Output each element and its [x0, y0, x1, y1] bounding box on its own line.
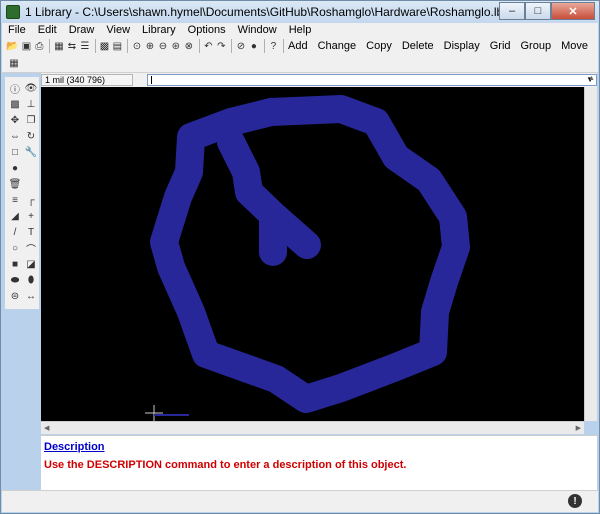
mirror-icon[interactable]: ⇔	[7, 128, 23, 144]
miter-icon[interactable]: ┌	[23, 192, 39, 208]
help-icon[interactable]: ?	[268, 38, 278, 54]
eagle-app-icon	[6, 5, 20, 19]
grid-icon[interactable]: ▦	[6, 56, 22, 72]
command-line-input[interactable]: ▼	[147, 74, 597, 86]
status-bar: !	[2, 490, 598, 512]
zoom-redraw-icon[interactable]: ⊛	[171, 38, 181, 54]
cmd-add[interactable]: Add	[288, 40, 308, 52]
description-link[interactable]: Description	[44, 441, 105, 453]
coordinate-bar: 1 mil (340 796) ▼	[41, 73, 597, 87]
secondary-toolbar: ▦	[2, 55, 598, 73]
menu-file[interactable]: File	[8, 24, 26, 36]
drawing-canvas[interactable]	[41, 87, 584, 421]
rotate-icon[interactable]: ↻	[23, 128, 39, 144]
display-icon[interactable]: ▩	[7, 96, 23, 112]
blank-slot	[23, 176, 39, 192]
board-icon[interactable]: ▩	[99, 38, 109, 54]
menu-library[interactable]: Library	[142, 24, 176, 36]
circle-icon[interactable]: ○	[7, 240, 23, 256]
eagle-window: 1 Library - C:\Users\shawn.hymel\Documen…	[0, 0, 600, 514]
delete-icon[interactable]: 🗑	[7, 176, 23, 192]
cmd-display[interactable]: Display	[444, 40, 480, 52]
zoom-select-icon[interactable]: ⊗	[184, 38, 194, 54]
zoom-in-icon[interactable]: ⊕	[145, 38, 155, 54]
paste-icon[interactable]: ●	[7, 160, 23, 176]
name-icon[interactable]: ≡	[7, 192, 23, 208]
title-bar: 1 Library - C:\Users\shawn.hymel\Documen…	[1, 1, 599, 23]
info-icon[interactable]: ⓘ	[7, 80, 23, 96]
menu-edit[interactable]: Edit	[38, 24, 57, 36]
rock-crack-wire	[217, 128, 321, 266]
blank-slot	[23, 160, 39, 176]
save-icon[interactable]: ▣	[21, 38, 31, 54]
move-icon[interactable]: ✥	[7, 112, 23, 128]
print-icon[interactable]: ⎙	[34, 38, 44, 54]
scroll-right-icon[interactable]: ▶	[576, 424, 581, 432]
scroll-left-icon[interactable]: ◀	[44, 424, 49, 432]
cmd-delete[interactable]: Delete	[402, 40, 434, 52]
wire-icon[interactable]: /	[7, 224, 23, 240]
main-toolbar: 📂 ▣ ⎙ ▦ ⇆ ☰ ▩ ▤ ⊙ ⊕ ⊖ ⊛ ⊗ ↶ ↷ ⊘ ● ? Add …	[2, 37, 598, 55]
ulp-icon[interactable]: ⇆	[67, 38, 77, 54]
zoom-out-icon[interactable]: ⊖	[158, 38, 168, 54]
cmd-change[interactable]: Change	[318, 40, 357, 52]
go-icon[interactable]: ●	[249, 38, 259, 54]
coordinate-readout: 1 mil (340 796)	[41, 74, 133, 86]
layers-icon[interactable]: ▤	[112, 38, 122, 54]
smash-icon[interactable]: +	[23, 208, 39, 224]
maximize-button[interactable]: □	[525, 2, 551, 20]
stop-command-icon[interactable]: !	[568, 494, 582, 508]
open-icon[interactable]: 📂	[6, 38, 18, 54]
undo-icon[interactable]: ↶	[203, 38, 213, 54]
command-palette: ⓘ 👁 ▩ ⊥ ✥ ❐ ⇔ ↻ □ 🔧 ● 🗑 ≡ ┌ ◢ + / T ○ ⌒ …	[5, 77, 39, 309]
text-icon[interactable]: T	[23, 224, 39, 240]
close-button[interactable]: ✕	[551, 2, 595, 20]
zoom-fit-icon[interactable]: ⊙	[132, 38, 142, 54]
copy-icon[interactable]: ❐	[23, 112, 39, 128]
script-icon[interactable]: ☰	[80, 38, 90, 54]
show-icon[interactable]: 👁	[23, 80, 39, 96]
stop-icon[interactable]: ⊘	[236, 38, 246, 54]
cmd-group[interactable]: Group	[521, 40, 552, 52]
redo-icon[interactable]: ↷	[216, 38, 226, 54]
menu-options[interactable]: Options	[188, 24, 226, 36]
mark-icon[interactable]: ⊥	[23, 96, 39, 112]
cmd-grid[interactable]: Grid	[490, 40, 511, 52]
cmd-move[interactable]: Move	[561, 40, 588, 52]
window-title: 1 Library - C:\Users\shawn.hymel\Documen…	[25, 5, 525, 19]
description-panel: Description Use the DESCRIPTION command …	[41, 435, 597, 490]
minimize-button[interactable]: –	[499, 2, 525, 20]
cam-icon[interactable]: ▦	[54, 38, 64, 54]
split-icon[interactable]: ◢	[7, 208, 23, 224]
arc-icon[interactable]: ⌒	[23, 240, 39, 256]
menu-help[interactable]: Help	[289, 24, 312, 36]
hole-icon[interactable]: ⊜	[7, 288, 23, 304]
scroll-up-icon[interactable]: ▲	[588, 75, 595, 82]
menu-bar: File Edit Draw View Library Options Wind…	[2, 23, 598, 37]
dimension-icon[interactable]: ↔	[23, 288, 39, 304]
rock-footprint-drawing	[145, 95, 470, 421]
menu-draw[interactable]: Draw	[69, 24, 95, 36]
group-icon[interactable]: □	[7, 144, 23, 160]
description-text: Use the DESCRIPTION command to enter a d…	[44, 459, 407, 471]
cmd-copy[interactable]: Copy	[366, 40, 392, 52]
horizontal-scrollbar[interactable]: ◀ ▶	[41, 421, 584, 434]
menu-window[interactable]: Window	[238, 24, 277, 36]
menu-view[interactable]: View	[106, 24, 130, 36]
smd-icon[interactable]: ⬮	[23, 272, 39, 288]
polygon-icon[interactable]: ◪	[23, 256, 39, 272]
pad-icon[interactable]: ⬬	[7, 272, 23, 288]
vertical-scrollbar[interactable]: ▲	[584, 75, 597, 421]
change-icon[interactable]: 🔧	[23, 144, 39, 160]
rect-icon[interactable]: ■	[7, 256, 23, 272]
